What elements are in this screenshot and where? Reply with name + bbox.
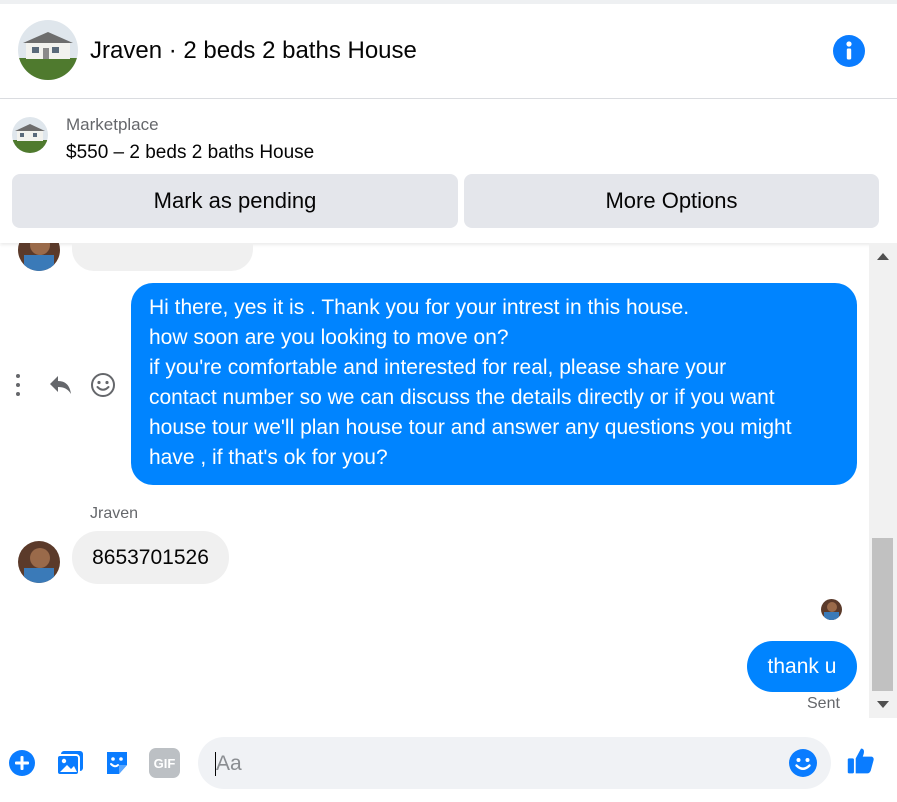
scrollbar[interactable] (869, 243, 897, 718)
react-icon[interactable] (90, 372, 116, 398)
marketplace-panel: Marketplace $550 – 2 beds 2 baths House … (0, 99, 897, 243)
message-line: have , if that's ok for you? (149, 446, 388, 469)
scroll-down-icon[interactable] (877, 701, 889, 708)
like-icon[interactable] (846, 746, 876, 776)
message-line: house tour we'll plan house tour and ans… (149, 416, 792, 439)
message-bubble-outgoing[interactable]: Hi there, yes it is . Thank you for your… (131, 283, 857, 485)
more-options-button[interactable]: More Options (464, 174, 879, 228)
avatar[interactable] (18, 541, 60, 583)
sender-name: Jraven (90, 505, 139, 522)
seen-indicator-avatar (821, 599, 842, 620)
sticker-icon[interactable] (102, 748, 132, 778)
reply-icon[interactable] (48, 373, 74, 397)
more-icon[interactable] (16, 374, 20, 396)
message-bubble-incoming[interactable]: 8653701526 (72, 531, 229, 584)
message-placeholder: Aa (216, 752, 242, 775)
message-bubble-partial (72, 243, 253, 271)
conversation-title: Jraven · 2 beds 2 baths House (90, 37, 417, 64)
chat-header: Jraven · 2 beds 2 baths House (0, 4, 897, 99)
listing-title[interactable]: $550 – 2 beds 2 baths House (66, 142, 314, 164)
avatar (18, 243, 60, 271)
info-icon[interactable] (833, 35, 865, 67)
mark-pending-button[interactable]: Mark as pending (12, 174, 458, 228)
message-actions (8, 367, 120, 403)
message-input[interactable]: Aa (198, 737, 831, 789)
scrollbar-thumb[interactable] (872, 538, 893, 691)
message-line: Hi there, yes it is . Thank you for your… (149, 296, 690, 319)
message-line: if you're comfortable and interested for… (149, 356, 727, 379)
gif-label: GIF (153, 755, 176, 771)
scroll-up-icon[interactable] (877, 253, 889, 260)
marketplace-label: Marketplace (66, 115, 159, 134)
photo-icon[interactable] (55, 748, 85, 778)
message-status: Sent (807, 695, 840, 712)
messenger-window: Jraven · 2 beds 2 baths House Marketplac… (0, 0, 897, 802)
listing-thumbnail[interactable] (12, 117, 48, 153)
message-bubble-outgoing[interactable]: thank u (747, 641, 857, 692)
message-line: how soon are you looking to move on? (149, 326, 509, 349)
message-list[interactable]: Hi there, yes it is . Thank you for your… (0, 243, 868, 718)
composer: GIF Aa (0, 718, 897, 802)
gif-icon[interactable]: GIF (149, 748, 180, 778)
add-icon[interactable] (7, 748, 37, 778)
listing-avatar[interactable] (18, 20, 78, 80)
emoji-icon[interactable] (788, 748, 818, 778)
message-line: contact number so we can discuss the det… (149, 386, 775, 409)
